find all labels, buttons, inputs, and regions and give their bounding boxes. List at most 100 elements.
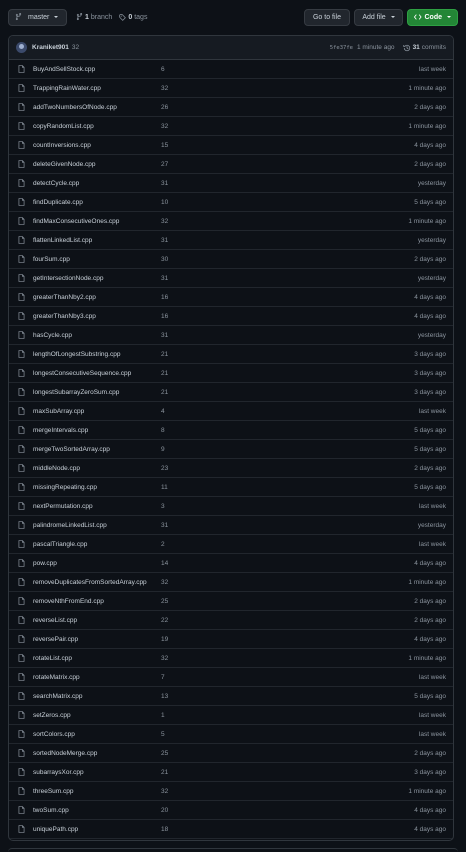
file-row[interactable]: detectCycle.cpp 31 yesterday: [9, 174, 453, 193]
file-name-link[interactable]: subarraysXor.cpp: [33, 769, 153, 776]
file-row[interactable]: setZeros.cpp 1 last week: [9, 706, 453, 725]
file-name-link[interactable]: BuyAndSellStock.cpp: [33, 66, 153, 73]
file-name-link[interactable]: sortColors.cpp: [33, 731, 153, 738]
file-name-link[interactable]: getIntersectionNode.cpp: [33, 275, 153, 282]
file-name-link[interactable]: addTwoNumbersOfNode.cpp: [33, 104, 153, 111]
file-commit-message[interactable]: 32: [161, 85, 168, 92]
file-commit-message[interactable]: 20: [161, 807, 168, 814]
file-row[interactable]: searchMatrix.cpp 13 5 days ago: [9, 687, 453, 706]
file-commit-message[interactable]: 5: [161, 731, 165, 738]
file-row[interactable]: flattenLinkedList.cpp 31 yesterday: [9, 231, 453, 250]
file-name-link[interactable]: searchMatrix.cpp: [33, 693, 153, 700]
file-name-link[interactable]: palindromeLinkedList.cpp: [33, 522, 153, 529]
file-row[interactable]: copyRandomList.cpp 32 1 minute ago: [9, 117, 453, 136]
branches-link[interactable]: 1 branch: [76, 13, 112, 21]
file-name-link[interactable]: longestConsecutiveSequence.cpp: [33, 370, 153, 377]
file-name-link[interactable]: pascalTriangle.cpp: [33, 541, 153, 548]
file-row[interactable]: mergeIntervals.cpp 8 5 days ago: [9, 421, 453, 440]
file-commit-message[interactable]: 6: [161, 66, 165, 73]
file-commit-message[interactable]: 32: [161, 123, 168, 130]
file-row[interactable]: longestSubarrayZeroSum.cpp 21 3 days ago: [9, 383, 453, 402]
file-row[interactable]: getIntersectionNode.cpp 31 yesterday: [9, 269, 453, 288]
file-row[interactable]: pow.cpp 14 4 days ago: [9, 554, 453, 573]
file-commit-message[interactable]: 19: [161, 636, 168, 643]
file-name-link[interactable]: nextPermutation.cpp: [33, 503, 153, 510]
file-commit-message[interactable]: 32: [161, 579, 168, 586]
file-name-link[interactable]: findMaxConsecutiveOnes.cpp: [33, 218, 153, 225]
file-row[interactable]: greaterThanNby3.cpp 16 4 days ago: [9, 307, 453, 326]
file-row[interactable]: sortColors.cpp 5 last week: [9, 725, 453, 744]
commit-author[interactable]: Kraniket901: [32, 44, 69, 51]
file-name-link[interactable]: rotateMatrix.cpp: [33, 674, 153, 681]
file-name-link[interactable]: fourSum.cpp: [33, 256, 153, 263]
file-row[interactable]: longestConsecutiveSequence.cpp 21 3 days a…: [9, 364, 453, 383]
file-commit-message[interactable]: 9: [161, 446, 165, 453]
file-name-link[interactable]: findDuplicate.cpp: [33, 199, 153, 206]
file-commit-message[interactable]: 31: [161, 332, 168, 339]
file-row[interactable]: uniquePath.cpp 18 4 days ago: [9, 820, 453, 839]
file-commit-message[interactable]: 21: [161, 370, 168, 377]
file-row[interactable]: removeDuplicatesFromSortedArray.cpp 32 1 m…: [9, 573, 453, 592]
file-row[interactable]: reverseList.cpp 22 2 days ago: [9, 611, 453, 630]
file-commit-message[interactable]: 10: [161, 199, 168, 206]
file-row[interactable]: fourSum.cpp 30 2 days ago: [9, 250, 453, 269]
file-row[interactable]: countInversions.cpp 15 4 days ago: [9, 136, 453, 155]
file-row[interactable]: lengthOfLongestSubstring.cpp 21 3 days ago: [9, 345, 453, 364]
file-commit-message[interactable]: 27: [161, 161, 168, 168]
file-name-link[interactable]: middleNode.cpp: [33, 465, 153, 472]
file-name-link[interactable]: copyRandomList.cpp: [33, 123, 153, 130]
file-commit-message[interactable]: 2: [161, 541, 165, 548]
file-commit-message[interactable]: 31: [161, 180, 168, 187]
file-row[interactable]: missingRepeating.cpp 11 5 days ago: [9, 478, 453, 497]
file-commit-message[interactable]: 32: [161, 655, 168, 662]
file-commit-message[interactable]: 21: [161, 769, 168, 776]
file-commit-message[interactable]: 14: [161, 560, 168, 567]
file-commit-message[interactable]: 18: [161, 826, 168, 833]
code-button[interactable]: Code: [407, 8, 458, 26]
file-row[interactable]: hasCycle.cpp 31 yesterday: [9, 326, 453, 345]
file-row[interactable]: greaterThanNby2.cpp 16 4 days ago: [9, 288, 453, 307]
file-row[interactable]: deleteGivenNode.cpp 27 2 days ago: [9, 155, 453, 174]
file-row[interactable]: BuyAndSellStock.cpp 6 last week: [9, 60, 453, 79]
file-row[interactable]: pascalTriangle.cpp 2 last week: [9, 535, 453, 554]
avatar[interactable]: [16, 42, 27, 53]
file-commit-message[interactable]: 11: [161, 484, 168, 491]
file-name-link[interactable]: missingRepeating.cpp: [33, 484, 153, 491]
file-commit-message[interactable]: 31: [161, 237, 168, 244]
file-commit-message[interactable]: 16: [161, 313, 168, 320]
file-name-link[interactable]: maxSubArray.cpp: [33, 408, 153, 415]
file-row[interactable]: subarraysXor.cpp 21 3 days ago: [9, 763, 453, 782]
file-commit-message[interactable]: 23: [161, 465, 168, 472]
file-name-link[interactable]: longestSubarrayZeroSum.cpp: [33, 389, 153, 396]
file-commit-message[interactable]: 1: [161, 712, 165, 719]
file-row[interactable]: twoSum.cpp 20 4 days ago: [9, 801, 453, 820]
file-name-link[interactable]: greaterThanNby3.cpp: [33, 313, 153, 320]
file-name-link[interactable]: detectCycle.cpp: [33, 180, 153, 187]
file-name-link[interactable]: deleteGivenNode.cpp: [33, 161, 153, 168]
go-to-file-button[interactable]: Go to file: [304, 8, 350, 26]
file-row[interactable]: findDuplicate.cpp 10 5 days ago: [9, 193, 453, 212]
file-row[interactable]: removeNthFromEnd.cpp 25 2 days ago: [9, 592, 453, 611]
tags-link[interactable]: 0 tags: [119, 14, 147, 21]
file-name-link[interactable]: hasCycle.cpp: [33, 332, 153, 339]
file-name-link[interactable]: mergeTwoSortedArray.cpp: [33, 446, 153, 453]
file-commit-message[interactable]: 8: [161, 427, 165, 434]
file-name-link[interactable]: uniquePath.cpp: [33, 826, 153, 833]
branch-select-button[interactable]: master: [8, 8, 67, 26]
file-row[interactable]: threeSum.cpp 32 1 minute ago: [9, 782, 453, 801]
file-commit-message[interactable]: 31: [161, 522, 168, 529]
file-name-link[interactable]: pow.cpp: [33, 560, 153, 567]
file-name-link[interactable]: mergeIntervals.cpp: [33, 427, 153, 434]
file-name-link[interactable]: lengthOfLongestSubstring.cpp: [33, 351, 153, 358]
file-row[interactable]: sortedNodeMerge.cpp 25 2 days ago: [9, 744, 453, 763]
file-name-link[interactable]: flattenLinkedList.cpp: [33, 237, 153, 244]
file-commit-message[interactable]: 16: [161, 294, 168, 301]
file-row[interactable]: rotateList.cpp 32 1 minute ago: [9, 649, 453, 668]
file-commit-message[interactable]: 7: [161, 674, 165, 681]
file-commit-message[interactable]: 3: [161, 503, 165, 510]
file-commit-message[interactable]: 15: [161, 142, 168, 149]
file-name-link[interactable]: setZeros.cpp: [33, 712, 153, 719]
file-commit-message[interactable]: 25: [161, 598, 168, 605]
file-row[interactable]: maxSubArray.cpp 4 last week: [9, 402, 453, 421]
file-name-link[interactable]: countInversions.cpp: [33, 142, 153, 149]
